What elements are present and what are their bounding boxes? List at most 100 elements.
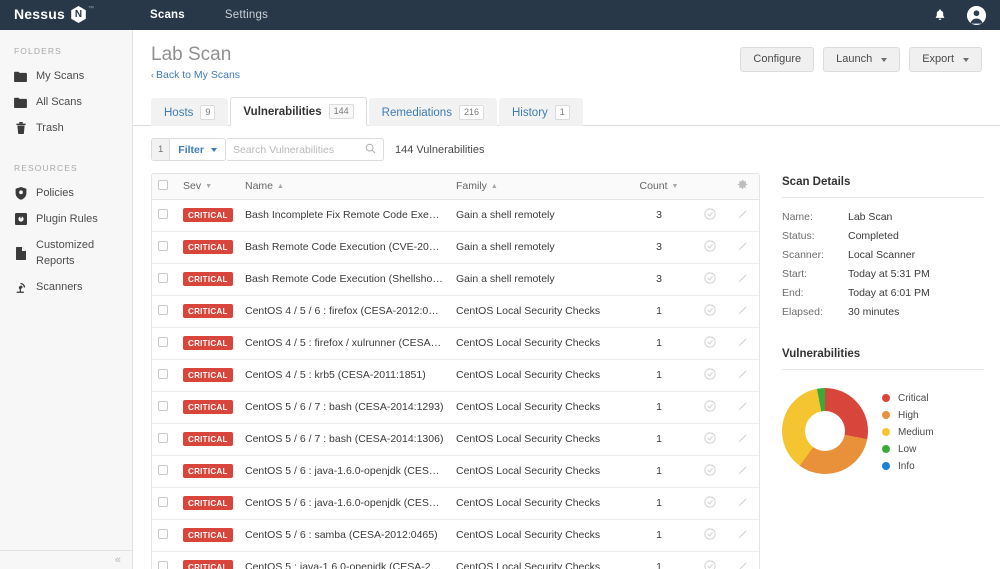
legend-item-low[interactable]: Low bbox=[882, 444, 934, 455]
row-name-cell[interactable]: CentOS 5 / 6 : samba (CESA-2012:0465) bbox=[239, 519, 450, 552]
column-header-settings[interactable] bbox=[726, 174, 759, 200]
circle-check-icon[interactable] bbox=[703, 335, 716, 348]
legend-item-critical[interactable]: Critical bbox=[882, 393, 934, 404]
row-checkbox[interactable] bbox=[158, 496, 168, 507]
row-select-cell[interactable] bbox=[152, 519, 177, 552]
pencil-icon[interactable] bbox=[737, 528, 749, 540]
column-header-family[interactable]: Family ▲ bbox=[450, 174, 625, 200]
row-checkbox[interactable] bbox=[158, 304, 168, 315]
row-action-edit[interactable] bbox=[726, 199, 759, 232]
row-action-edit[interactable] bbox=[726, 391, 759, 424]
row-action-edit[interactable] bbox=[726, 519, 759, 552]
bell-icon[interactable] bbox=[933, 8, 947, 22]
sidebar-item-all-scans[interactable]: All Scans bbox=[0, 89, 132, 115]
row-action-edit[interactable] bbox=[726, 423, 759, 456]
row-select-cell[interactable] bbox=[152, 199, 177, 232]
row-name-cell[interactable]: CentOS 5 / 6 : java-1.6.0-openjdk (CESA-… bbox=[239, 455, 450, 488]
row-name-cell[interactable]: CentOS 4 / 5 : krb5 (CESA-2011:1851) bbox=[239, 359, 450, 392]
table-row[interactable]: CRITICAL CentOS 5 / 6 : samba (CESA-2012:… bbox=[152, 519, 759, 552]
row-action-edit[interactable] bbox=[726, 327, 759, 360]
row-action-edit[interactable] bbox=[726, 231, 759, 264]
row-checkbox[interactable] bbox=[158, 208, 168, 219]
table-row[interactable]: CRITICAL CentOS 4 / 5 : firefox / xulrunn… bbox=[152, 327, 759, 360]
sidebar-item-customized-reports[interactable]: Customized Reports bbox=[0, 232, 132, 274]
legend-item-medium[interactable]: Medium bbox=[882, 427, 934, 438]
row-name-cell[interactable]: Bash Incomplete Fix Remote Code Executio… bbox=[239, 199, 450, 232]
row-name-cell[interactable]: CentOS 4 / 5 / 6 : firefox (CESA-2012:00… bbox=[239, 295, 450, 328]
nessus-logo[interactable]: Nessus N ™ bbox=[0, 6, 122, 23]
row-action-accept[interactable] bbox=[693, 295, 726, 328]
row-select-cell[interactable] bbox=[152, 391, 177, 424]
sidebar-item-my-scans[interactable]: My Scans bbox=[0, 63, 132, 89]
search-box[interactable] bbox=[225, 138, 384, 161]
row-name-cell[interactable]: Bash Remote Code Execution (Shellshock) bbox=[239, 263, 450, 296]
row-name-cell[interactable]: CentOS 5 / 6 / 7 : bash (CESA-2014:1293) bbox=[239, 391, 450, 424]
column-header-sev[interactable]: Sev ▼ bbox=[177, 174, 239, 200]
pencil-icon[interactable] bbox=[737, 208, 749, 220]
row-action-edit[interactable] bbox=[726, 359, 759, 392]
circle-check-icon[interactable] bbox=[703, 431, 716, 444]
circle-check-icon[interactable] bbox=[703, 271, 716, 284]
table-row[interactable]: CRITICAL CentOS 4 / 5 / 6 : firefox (CESA… bbox=[152, 295, 759, 328]
circle-check-icon[interactable] bbox=[703, 367, 716, 380]
row-checkbox[interactable] bbox=[158, 272, 168, 283]
table-row[interactable]: CRITICAL CentOS 4 / 5 : krb5 (CESA-2011:1… bbox=[152, 359, 759, 392]
row-checkbox[interactable] bbox=[158, 560, 168, 569]
gear-icon[interactable] bbox=[737, 179, 748, 190]
select-all-checkbox[interactable] bbox=[158, 179, 168, 190]
pencil-icon[interactable] bbox=[737, 432, 749, 444]
row-action-accept[interactable] bbox=[693, 551, 726, 569]
row-action-accept[interactable] bbox=[693, 199, 726, 232]
row-select-cell[interactable] bbox=[152, 455, 177, 488]
circle-check-icon[interactable] bbox=[703, 207, 716, 220]
pencil-icon[interactable] bbox=[737, 272, 749, 284]
table-row[interactable]: CRITICAL Bash Incomplete Fix Remote Code … bbox=[152, 199, 759, 232]
row-action-edit[interactable] bbox=[726, 263, 759, 296]
row-select-cell[interactable] bbox=[152, 263, 177, 296]
row-checkbox[interactable] bbox=[158, 464, 168, 475]
row-select-cell[interactable] bbox=[152, 487, 177, 520]
row-select-cell[interactable] bbox=[152, 423, 177, 456]
row-name-cell[interactable]: CentOS 5 / 6 : java-1.6.0-openjdk (CESA-… bbox=[239, 487, 450, 520]
select-all-header[interactable] bbox=[152, 174, 177, 200]
sidebar-item-trash[interactable]: Trash bbox=[0, 115, 132, 141]
table-row[interactable]: CRITICAL Bash Remote Code Execution (Shel… bbox=[152, 263, 759, 296]
sidebar-item-scanners[interactable]: Scanners bbox=[0, 274, 132, 300]
row-select-cell[interactable] bbox=[152, 551, 177, 569]
tab-remediations[interactable]: Remediations 216 bbox=[368, 98, 497, 126]
row-select-cell[interactable] bbox=[152, 359, 177, 392]
column-header-name[interactable]: Name ▲ bbox=[239, 174, 450, 200]
filter-dropdown[interactable]: 1 Filter bbox=[151, 138, 226, 161]
pencil-icon[interactable] bbox=[737, 336, 749, 348]
configure-button[interactable]: Configure bbox=[740, 47, 815, 72]
row-name-cell[interactable]: CentOS 4 / 5 : firefox / xulrunner (CESA… bbox=[239, 327, 450, 360]
row-action-accept[interactable] bbox=[693, 263, 726, 296]
circle-check-icon[interactable] bbox=[703, 239, 716, 252]
circle-check-icon[interactable] bbox=[703, 303, 716, 316]
pencil-icon[interactable] bbox=[737, 368, 749, 380]
tab-vulnerabilities[interactable]: Vulnerabilities 144 bbox=[230, 97, 367, 126]
search-icon[interactable] bbox=[365, 141, 376, 159]
circle-check-icon[interactable] bbox=[703, 463, 716, 476]
tab-history[interactable]: History 1 bbox=[499, 98, 583, 126]
row-select-cell[interactable] bbox=[152, 231, 177, 264]
table-row[interactable]: CRITICAL CentOS 5 : java-1.6.0-openjdk (C… bbox=[152, 551, 759, 569]
pencil-icon[interactable] bbox=[737, 496, 749, 508]
row-name-cell[interactable]: CentOS 5 : java-1.6.0-openjdk (CESA-2012… bbox=[239, 551, 450, 569]
export-button[interactable]: Export bbox=[909, 47, 982, 72]
table-row[interactable]: CRITICAL CentOS 5 / 6 / 7 : bash (CESA-20… bbox=[152, 391, 759, 424]
launch-button[interactable]: Launch bbox=[823, 47, 901, 72]
sidebar-item-policies[interactable]: Policies bbox=[0, 180, 132, 206]
user-avatar-icon[interactable] bbox=[967, 5, 986, 25]
row-action-accept[interactable] bbox=[693, 391, 726, 424]
search-input[interactable] bbox=[232, 143, 365, 156]
row-action-edit[interactable] bbox=[726, 487, 759, 520]
pencil-icon[interactable] bbox=[737, 560, 749, 569]
row-checkbox[interactable] bbox=[158, 368, 168, 379]
column-header-count[interactable]: Count ▼ bbox=[625, 174, 693, 200]
pencil-icon[interactable] bbox=[737, 400, 749, 412]
row-action-edit[interactable] bbox=[726, 295, 759, 328]
nav-item-scans[interactable]: Scans bbox=[130, 0, 205, 30]
row-select-cell[interactable] bbox=[152, 295, 177, 328]
table-row[interactable]: CRITICAL CentOS 5 / 6 : java-1.6.0-openjd… bbox=[152, 455, 759, 488]
